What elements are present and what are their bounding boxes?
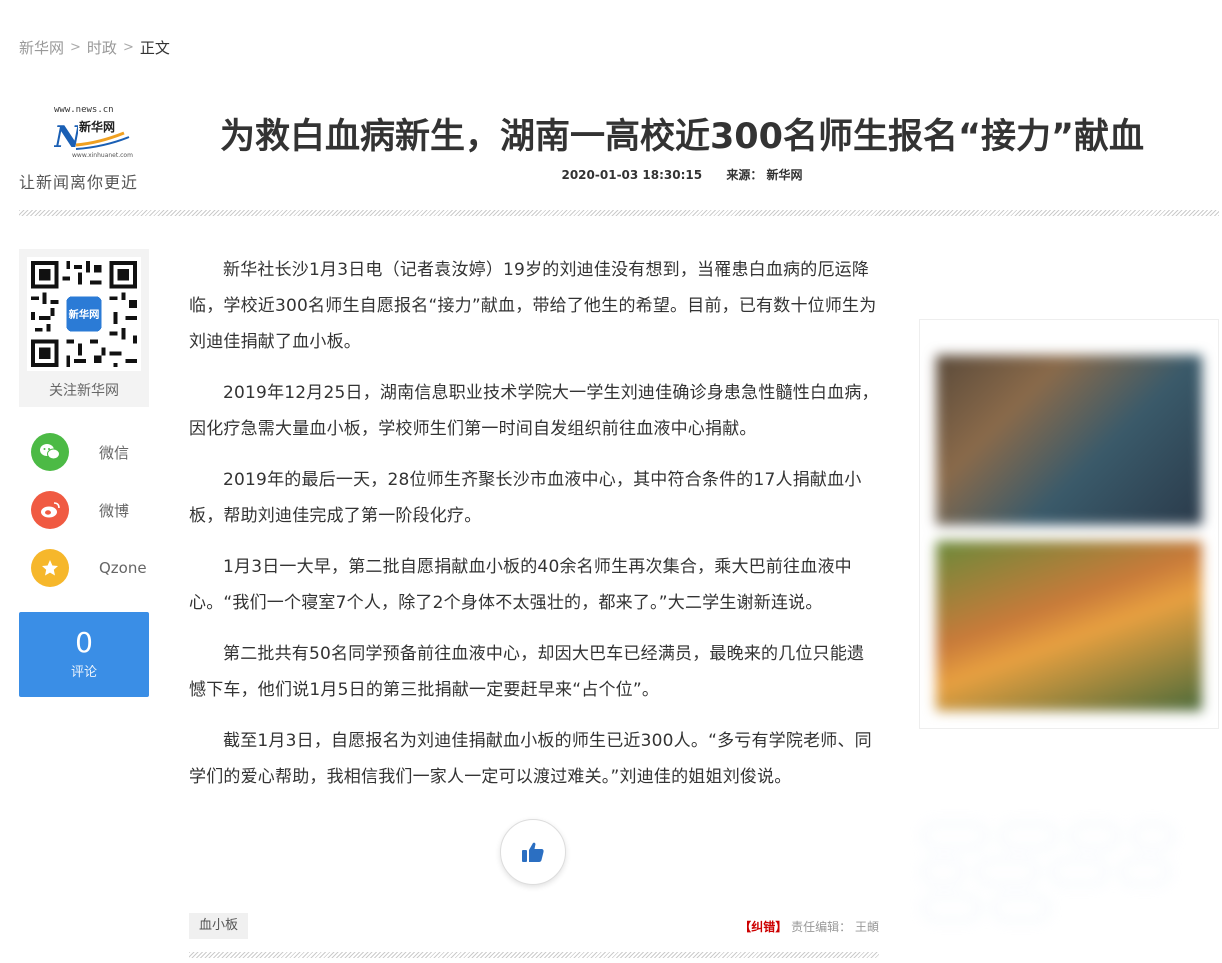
- hot-topic-tag[interactable]: [1131, 824, 1174, 848]
- hot-topic-tag[interactable]: [992, 896, 1050, 920]
- share-weibo-button[interactable]: 微博: [31, 491, 129, 529]
- hot-topic-tag[interactable]: [1069, 824, 1119, 848]
- share-wechat-button[interactable]: 微信: [31, 433, 129, 471]
- related-panel-content: [920, 320, 1218, 711]
- breadcrumb-separator: >: [122, 40, 134, 55]
- article-datetime: 2020-01-03 18:30:15: [561, 168, 703, 182]
- article-paragraph: 截至1月3日，自愿报名为刘迪佳捐献血小板的师生已近300人。“多亏有学院老师、同…: [189, 731, 872, 787]
- qr-caption: 关注新华网: [49, 383, 119, 399]
- article-meta: 2020-01-03 18:30:15 来源： 新华网: [182, 166, 1182, 183]
- share-qzone-label: Qzone: [99, 559, 147, 577]
- breadcrumb-politics-link[interactable]: 时政: [87, 37, 117, 58]
- svg-text:新华网: 新华网: [69, 308, 100, 321]
- article-tag[interactable]: 血小板: [189, 913, 249, 939]
- hot-topic-tag[interactable]: [1050, 860, 1108, 884]
- like-button[interactable]: [500, 819, 566, 885]
- comment-count: 0: [75, 626, 93, 659]
- related-thumbnail[interactable]: [936, 541, 1202, 711]
- article-editor: 【纠错】 责任编辑： 王頔: [739, 918, 879, 935]
- article-paragraph: 2019年12月25日，湖南信息职业技术学院大一学生刘迪佳确诊身患急性髓性白血病…: [189, 383, 879, 439]
- xinhua-logo-mark: N 新华网 www.xinhuanet.com: [54, 119, 133, 159]
- editor-name: 王頔: [854, 920, 879, 934]
- comment-button[interactable]: 0 评论: [19, 612, 149, 697]
- article-title: 为救白血病新生，湖南一高校近300名师生报名“接力”献血: [219, 117, 1145, 157]
- hot-topic-tag[interactable]: [923, 896, 980, 920]
- comment-label: 评论: [70, 665, 97, 680]
- related-tab-a[interactable]: [1033, 330, 1054, 355]
- hot-topic-tag[interactable]: [923, 860, 965, 884]
- header-divider: [19, 210, 1219, 216]
- qr-card: 新华网 关注新华网: [19, 249, 149, 407]
- editor-label: 责任编辑：: [791, 920, 852, 934]
- related-panel: [919, 319, 1219, 729]
- hot-topics-heading: [1060, 792, 1082, 808]
- share-wechat-label: 微信: [99, 443, 130, 462]
- breadcrumb-separator: >: [70, 40, 81, 55]
- hot-topic-tag[interactable]: [977, 860, 1038, 884]
- svg-text:新华网: 新华网: [79, 119, 115, 134]
- related-tab-b[interactable]: [1084, 330, 1105, 355]
- hot-topic-tag[interactable]: [1000, 824, 1057, 848]
- breadcrumb-current: 正文: [139, 39, 170, 57]
- svg-text:www.xinhuanet.com: www.xinhuanet.com: [72, 152, 133, 159]
- related-thumbnail[interactable]: [936, 355, 1202, 525]
- hot-topics-list: [919, 818, 1219, 963]
- article-body: 新华社长沙1月3日电（记者袁汝婷）19岁的刘迪佳没有想到，当罹患白血病的厄运降临…: [189, 252, 879, 810]
- share-qzone-button[interactable]: Qzone: [31, 549, 147, 587]
- logo-slogan: 让新闻离你更近: [19, 173, 139, 192]
- article-paragraph: 第二批共有50名同学预备前往血液中心，却因大巴车已经满员，最晚来的几位只能遗憾下…: [189, 644, 865, 700]
- article-source: 来源： 新华网: [726, 168, 803, 182]
- weibo-icon: [31, 491, 69, 529]
- share-weibo-label: 微博: [99, 501, 130, 520]
- site-logo[interactable]: www.news.cn N 新华网 www.xinhuanet.com 让新闻离…: [19, 105, 154, 192]
- qzone-icon: [31, 549, 69, 587]
- breadcrumb: 新华网 > 时政 > 正文: [19, 37, 170, 58]
- thumbs-up-icon: [522, 842, 544, 862]
- wechat-icon: [31, 433, 69, 471]
- correction-link[interactable]: 【纠错】: [739, 920, 787, 934]
- article-footer-divider: [189, 952, 879, 958]
- hot-topic-tag[interactable]: [923, 824, 988, 848]
- qr-code: 新华网: [27, 257, 141, 371]
- hot-topic-tag[interactable]: [1120, 860, 1170, 884]
- article-paragraph: 1月3日一大早，第二批自愿捐献血小板的40余名师生再次集合，乘大巴前往血液中心。…: [189, 557, 852, 613]
- logo-url: www.news.cn: [54, 105, 114, 115]
- article-paragraph: 2019年的最后一天，28位师生齐聚长沙市血液中心，其中符合条件的17人捐献血小…: [189, 470, 862, 526]
- breadcrumb-home-link[interactable]: 新华网: [19, 37, 64, 58]
- related-tabs: [920, 320, 1218, 355]
- article-paragraph: 新华社长沙1月3日电（记者袁汝婷）19岁的刘迪佳没有想到，当罹患白血病的厄运降临…: [189, 260, 877, 352]
